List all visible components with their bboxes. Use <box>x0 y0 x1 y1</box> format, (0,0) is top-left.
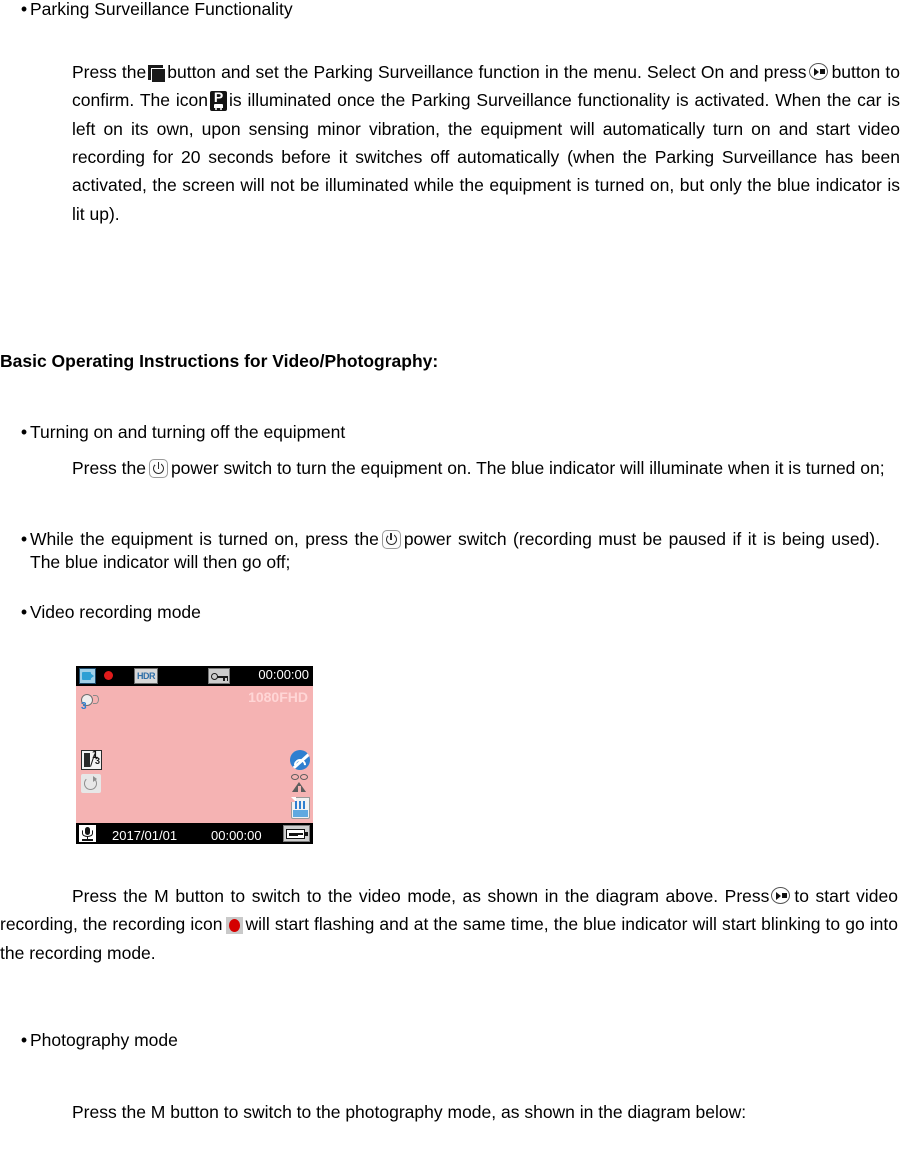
ok-record-button-icon <box>808 63 830 81</box>
bullet-marker <box>0 601 30 625</box>
bullet-video-recording-mode: Video recording mode <box>0 601 860 625</box>
power-switch-icon <box>381 530 401 549</box>
loop-record-icon <box>81 774 101 793</box>
sd-card-icon <box>290 796 310 819</box>
microphone-icon <box>79 825 96 842</box>
video-mode-paragraph: Press the M button to switch to the vide… <box>0 882 898 967</box>
video-mode-screen-diagram: HDR 00:00:00 1080FHD 3 13 <box>76 666 313 844</box>
exposure-icon: 13 <box>81 750 102 770</box>
parking-paragraph-part4: is illuminated once the Parking Surveill… <box>72 90 900 224</box>
bullet-while-turned-on: While the equipment is turned on, press … <box>0 528 880 574</box>
menu-button-icon <box>148 65 166 82</box>
document-page: Parking Surveillance Functionality Press… <box>0 0 900 1153</box>
parking-p-icon: P <box>209 90 227 112</box>
wifi-off-icon <box>290 750 310 770</box>
turning-on-paragraph: Press the power switch to turn the equipm… <box>72 454 900 482</box>
bullet-label: Photography mode <box>30 1030 178 1050</box>
hdr-icon: HDR <box>134 668 158 684</box>
camcorder-icon <box>79 668 96 684</box>
bullet-marker <box>0 1029 30 1053</box>
ok-record-button-icon <box>771 887 792 905</box>
bullet-parking-surveillance: Parking Surveillance Functionality <box>0 0 860 22</box>
bullet-marker <box>0 421 30 445</box>
bullet-label: Parking Surveillance Functionality <box>30 0 293 19</box>
key-lock-icon <box>208 668 230 684</box>
bullet-turning-on-off: Turning on and turning off the equipment <box>0 421 860 445</box>
turning-on-part2: power switch to turn the equipment on. T… <box>170 458 885 478</box>
while-turned-on-part1: While the equipment is turned on, press … <box>30 529 379 549</box>
bullet-label: Turning on and turning off the equipment <box>30 422 346 442</box>
bullet-marker <box>0 528 30 552</box>
bullet-marker <box>0 0 30 22</box>
parking-surveillance-paragraph: Press the button and set the Parking Surv… <box>72 58 900 228</box>
lcd-top-timer: 00:00:00 <box>258 667 309 682</box>
bullet-label: While the equipment is turned on, press … <box>30 528 880 574</box>
page-heading-basic-operating: Basic Operating Instructions for Video/P… <box>0 351 439 371</box>
lcd-resolution-label: 1080FHD <box>248 689 308 705</box>
audio-level-icon: 3 <box>81 692 101 714</box>
turning-on-part1: Press the <box>72 458 146 478</box>
lcd-screen: HDR 00:00:00 1080FHD 3 13 <box>76 666 313 844</box>
photography-mode-paragraph: Press the M button to switch to the phot… <box>72 1102 747 1122</box>
battery-plug-icon <box>283 825 310 842</box>
bullet-label: Video recording mode <box>30 602 201 622</box>
red-record-dot-icon <box>225 917 243 935</box>
record-dot-icon <box>104 671 113 680</box>
bullet-photography-mode: Photography mode <box>0 1029 860 1053</box>
parking-paragraph-part2: button and set the Parking Surveillance … <box>167 62 807 82</box>
parking-paragraph-part1: Press the <box>72 62 147 82</box>
lcd-time-label: 00:00:00 <box>211 828 262 843</box>
audio-level-value: 3 <box>81 701 87 712</box>
lcd-date-label: 2017/01/01 <box>112 828 178 843</box>
video-mode-part1: Press the M button to switch to the vide… <box>72 886 770 906</box>
power-switch-icon <box>148 459 168 478</box>
motion-detection-icon <box>289 774 311 793</box>
